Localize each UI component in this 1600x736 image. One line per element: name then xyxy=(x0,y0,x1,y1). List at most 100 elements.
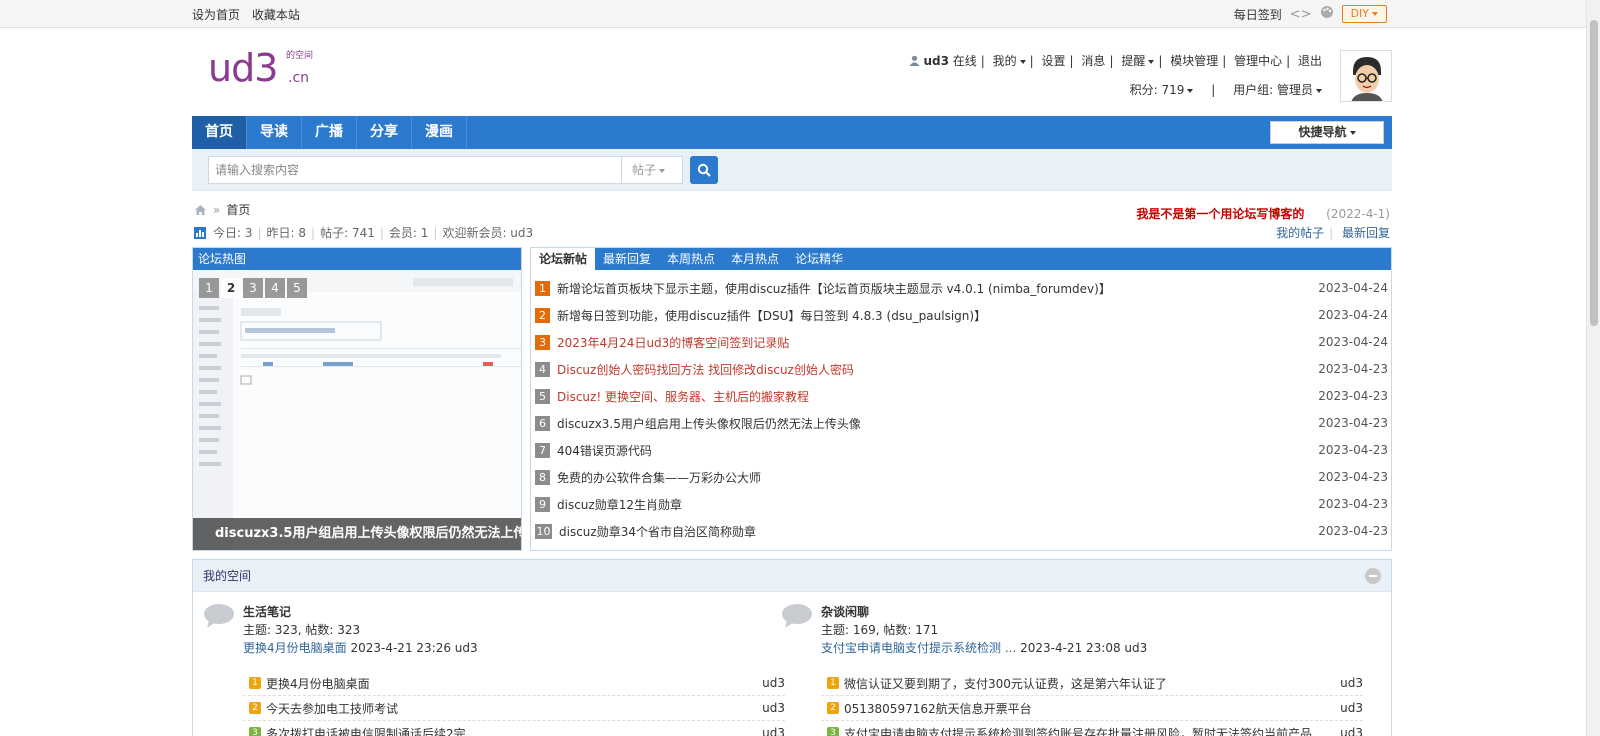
thread-date: 2023-04-24 xyxy=(1318,308,1388,322)
post-title[interactable]: 支付宝申请电脑支付提示系统检测到签约账号存在批量注册风险，暂时无法签约当前产品 xyxy=(844,725,1312,736)
list-item: 1 更换4月份电脑桌面 ud3 xyxy=(243,671,785,696)
thread-title[interactable]: Discuz创始人密码找回方法 找回修改discuz创始人密码 xyxy=(557,361,854,378)
username-link[interactable]: ud3 xyxy=(923,54,948,68)
post-icon: 3 xyxy=(249,727,261,736)
post-author[interactable]: ud3 xyxy=(1340,726,1363,736)
search-input[interactable]: 请输入搜索内容 xyxy=(208,156,622,184)
nav-comics[interactable]: 漫画 xyxy=(412,116,467,149)
tab-latest-replies[interactable]: 最新回复 xyxy=(595,248,659,270)
announcement-link[interactable]: 我是不是第一个用论坛写博客的 xyxy=(1136,207,1304,221)
slide-caption[interactable]: discuzx3.5用户组启用上传头像权限后仍然无法上传头像 xyxy=(193,518,521,550)
settings-link[interactable]: 设置 xyxy=(1042,54,1066,68)
thread-title[interactable]: discuz勋章12生肖勋章 xyxy=(557,496,682,513)
thread-date: 2023-04-24 xyxy=(1318,335,1388,349)
forum-name[interactable]: 生活笔记 xyxy=(243,603,753,621)
vertical-scrollbar[interactable] xyxy=(1586,0,1600,736)
thread-date: 2023-04-23 xyxy=(1318,362,1388,376)
thread-row: 8 免费的办公软件合集——万彩办公大师 2023-04-23 xyxy=(535,464,1388,491)
list-item: 3 多次拨打电话被电信限制通话后续2完 ud3 xyxy=(243,721,785,736)
thread-date: 2023-04-24 xyxy=(1318,281,1388,295)
slide-dot[interactable]: 4 xyxy=(265,278,285,298)
logout-link[interactable]: 退出 xyxy=(1298,54,1322,68)
post-title[interactable]: 多次拨打电话被电信限制通话后续2完 xyxy=(266,725,466,736)
reminders-menu[interactable]: 提醒 xyxy=(1121,54,1145,68)
breadcrumb-current[interactable]: 首页 xyxy=(226,201,250,218)
thread-title[interactable]: 免费的办公软件合集——万彩办公大师 xyxy=(557,469,761,486)
site-logo[interactable]: ud3 的空间 .cn xyxy=(208,46,313,90)
forum-post-list: 1 微信认证又要到期了，支付300元认证费，这是第六年认证了 ud3 2 051380… xyxy=(821,671,1363,736)
usergroup-menu[interactable]: 用户组: 管理员 xyxy=(1233,83,1313,97)
forum-last-post[interactable]: 更换4月份电脑桌面 xyxy=(243,641,347,655)
tab-new-threads[interactable]: 论坛新帖 xyxy=(531,248,596,270)
forum-bubble-icon xyxy=(782,604,812,628)
nav-share[interactable]: 分享 xyxy=(357,116,412,149)
rank-badge: 9 xyxy=(535,497,550,512)
user-icon xyxy=(909,55,920,66)
slide-dot[interactable]: 5 xyxy=(287,278,307,298)
home-icon[interactable] xyxy=(194,204,207,216)
chevron-down-icon xyxy=(1019,59,1026,64)
code-icon[interactable]: <> xyxy=(1290,7,1312,22)
messages-link[interactable]: 消息 xyxy=(1081,54,1105,68)
slide-image[interactable] xyxy=(193,270,521,550)
scrollbar-thumb[interactable] xyxy=(1590,20,1598,326)
thread-title[interactable]: discuz勋章34个省市自治区简称勋章 xyxy=(559,523,756,540)
diy-button[interactable]: DIY xyxy=(1341,5,1387,23)
thread-row: 6 discuzx3.5用户组启用上传头像权限后仍然无法上传头像 2023-04-2… xyxy=(535,410,1388,437)
nav-guide[interactable]: 导读 xyxy=(247,116,302,149)
post-title[interactable]: 微信认证又要到期了，支付300元认证费，这是第六年认证了 xyxy=(844,675,1167,692)
search-type-label: 帖子 xyxy=(632,163,657,177)
rank-badge: 4 xyxy=(535,362,550,377)
stats-icon xyxy=(194,226,206,239)
slide-dot[interactable]: 2 xyxy=(221,278,241,298)
admin-center-link[interactable]: 管理中心 xyxy=(1234,54,1282,68)
daily-signin-link[interactable]: 每日签到 xyxy=(1234,6,1282,23)
tab-monthly-hot[interactable]: 本月热点 xyxy=(723,248,787,270)
my-menu[interactable]: 我的 xyxy=(993,54,1017,68)
tab-weekly-hot[interactable]: 本周热点 xyxy=(659,248,723,270)
credits-menu[interactable]: 积分: 719 xyxy=(1130,83,1185,97)
post-icon: 1 xyxy=(827,677,839,689)
forum-stats: 主题: 323, 帖数: 323 xyxy=(243,623,361,637)
thread-row: 10 discuz勋章34个省市自治区简称勋章 2023-04-23 xyxy=(535,518,1388,545)
quick-nav-button[interactable]: 快捷导航 xyxy=(1270,121,1384,144)
search-type-select[interactable]: 帖子 xyxy=(621,156,683,184)
slide-dot[interactable]: 3 xyxy=(243,278,263,298)
thread-row: 7 404错误页源代码 2023-04-23 xyxy=(535,437,1388,464)
nav-broadcast[interactable]: 广播 xyxy=(302,116,357,149)
thread-title[interactable]: 新增论坛首页板块下显示主题，使用discuz插件【论坛首页版块主题显示 v4.0… xyxy=(557,280,1111,297)
forum-name[interactable]: 杂谈闲聊 xyxy=(821,603,1331,621)
forum-last-post[interactable]: 支付宝申请电脑支付提示系统检测 ... xyxy=(821,641,1016,655)
set-homepage-link[interactable]: 设为首页 xyxy=(192,8,240,22)
post-author[interactable]: ud3 xyxy=(1340,676,1363,690)
palette-icon[interactable] xyxy=(1320,5,1334,23)
post-title[interactable]: 051380597162航天信息开票平台 xyxy=(844,700,1032,717)
thread-title[interactable]: Discuz! 更换空间、服务器、主机后的搬家教程 xyxy=(557,388,809,405)
rank-badge: 2 xyxy=(535,308,550,323)
thread-title[interactable]: 新增每日签到功能，使用discuz插件【DSU】每日签到 4.8.3 (dsu_… xyxy=(557,307,986,324)
thread-title[interactable]: 404错误页源代码 xyxy=(557,442,652,459)
online-status: 在线 xyxy=(952,54,977,68)
latest-replies-link[interactable]: 最新回复 xyxy=(1342,226,1390,240)
forum-block: 生活笔记 主题: 323, 帖数: 323 更换4月份电脑桌面 2023-4-2… xyxy=(193,603,785,736)
list-item: 3 支付宝申请电脑支付提示系统检测到签约账号存在批量注册风险，暂时无法签约当前产品… xyxy=(821,721,1363,736)
stat-newest-member[interactable]: 欢迎新会员: ud3 xyxy=(442,224,533,241)
search-button[interactable] xyxy=(690,156,718,184)
bookmark-link[interactable]: 收藏本站 xyxy=(252,8,300,22)
thread-title[interactable]: 2023年4月24日ud3的博客空间签到记录贴 xyxy=(557,334,789,351)
collapse-icon[interactable] xyxy=(1365,568,1381,584)
module-admin-link[interactable]: 模块管理 xyxy=(1170,54,1218,68)
post-title[interactable]: 今天去参加电工技师考试 xyxy=(266,700,398,717)
thread-title[interactable]: discuzx3.5用户组启用上传头像权限后仍然无法上传头像 xyxy=(557,415,861,432)
threads-tabbox: 论坛新帖 最新回复 本周热点 本月热点 论坛精华 1 新增论坛首页板块下显示主题，… xyxy=(530,247,1392,551)
chevron-down-icon xyxy=(1349,130,1356,135)
slide-dot[interactable]: 1 xyxy=(199,278,219,298)
avatar[interactable] xyxy=(1340,50,1392,102)
post-title[interactable]: 更换4月份电脑桌面 xyxy=(266,675,370,692)
my-posts-link[interactable]: 我的帖子 xyxy=(1276,226,1324,240)
post-icon: 1 xyxy=(249,677,261,689)
nav-home[interactable]: 首页 xyxy=(192,116,247,149)
tab-digest[interactable]: 论坛精华 xyxy=(787,248,851,270)
post-author[interactable]: ud3 xyxy=(1340,701,1363,715)
image-slider[interactable]: 1 2 3 4 5 discuzx3.5用户组启用上传头像权限后仍然无法上传头像 xyxy=(193,270,521,550)
